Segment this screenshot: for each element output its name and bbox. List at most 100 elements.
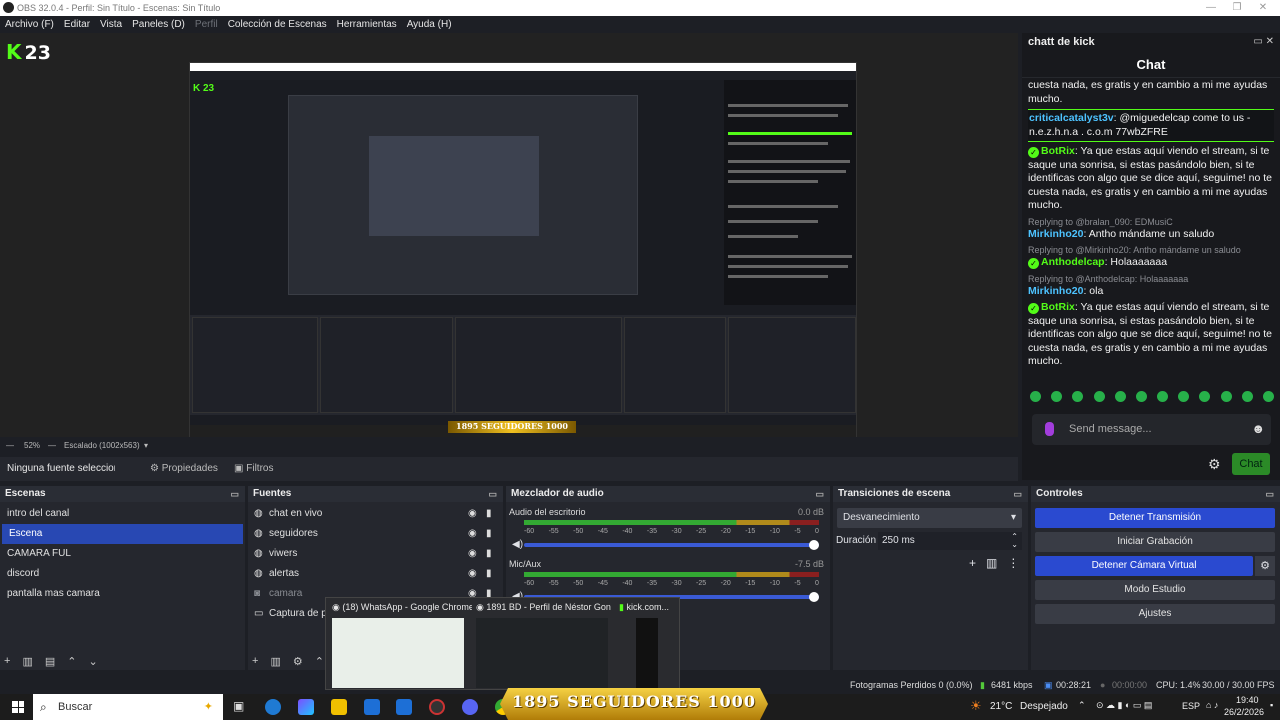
close-icon[interactable]: ✕: [1250, 0, 1276, 16]
task-view-icon[interactable]: ▣: [233, 699, 249, 715]
edge-icon[interactable]: [265, 699, 281, 715]
emote-icon[interactable]: [1220, 391, 1232, 402]
language[interactable]: ESP: [1182, 701, 1200, 711]
copilot-icon[interactable]: [298, 699, 314, 715]
menu-item-0[interactable]: Archivo (F): [5, 16, 54, 33]
menu-item-4[interactable]: Perfil: [195, 16, 218, 33]
more-icon[interactable]: ⋮: [1007, 556, 1019, 570]
emote-icon[interactable]: [1178, 391, 1190, 402]
scene-item[interactable]: CAMARA FUL: [0, 544, 245, 564]
volume-slider-knob[interactable]: [809, 540, 819, 550]
add-icon[interactable]: +: [4, 655, 10, 668]
visibility-eye-icon[interactable]: ◉: [468, 544, 477, 564]
menu-item-3[interactable]: Paneles (D): [132, 16, 185, 33]
profile-thumbnail[interactable]: [476, 618, 608, 688]
mic-icon[interactable]: [1045, 422, 1054, 436]
obs-taskbar-icon[interactable]: [429, 699, 445, 715]
stop-stream-button[interactable]: Detener Transmisión: [1035, 508, 1275, 528]
maximize-icon[interactable]: ❐: [1224, 0, 1250, 16]
zoom-out-icon[interactable]: —: [6, 437, 14, 454]
down-icon[interactable]: ⌄: [88, 655, 97, 668]
menu-item-6[interactable]: Herramientas: [337, 16, 397, 33]
discord-icon[interactable]: [462, 699, 478, 715]
scale-label[interactable]: Escalado (1002x563): [64, 437, 140, 454]
duration-input[interactable]: 250 ms ⌃ ⌄: [878, 532, 1022, 550]
network-volume-icon[interactable]: ⌂ ♪: [1206, 700, 1218, 710]
visibility-eye-icon[interactable]: ◉: [468, 524, 477, 544]
dock-controls[interactable]: ▭ ✕: [1253, 36, 1274, 47]
scene-item[interactable]: pantalla mas camara: [0, 584, 245, 604]
menu-item-1[interactable]: Editar: [64, 16, 90, 33]
tray-chevron-icon[interactable]: ⌃: [1078, 700, 1086, 711]
popup-title-profile[interactable]: ◉ 1891 BD - Perfil de Néstor Gonç...: [476, 602, 611, 613]
lock-icon[interactable]: ▮: [486, 564, 492, 584]
gear-icon[interactable]: ⚙: [1208, 456, 1221, 473]
chat-username[interactable]: BotRix: [1041, 145, 1075, 157]
up-icon[interactable]: ⌃: [315, 655, 324, 668]
emote-icon[interactable]: [1199, 391, 1211, 402]
menu-item-7[interactable]: Ayuda (H): [407, 16, 452, 33]
emoji-icon[interactable]: ☻: [1251, 421, 1265, 436]
gear-icon[interactable]: ⚙: [293, 655, 303, 668]
filters-button[interactable]: ▣ Filtros: [230, 461, 277, 477]
chat-username[interactable]: Anthodelcap: [1041, 256, 1105, 268]
properties-button[interactable]: ⚙ Propiedades: [146, 461, 222, 477]
scene-item[interactable]: discord: [0, 564, 245, 584]
emote-icon[interactable]: [1051, 391, 1063, 402]
store-icon[interactable]: [364, 699, 380, 715]
speaker-icon[interactable]: ◀): [512, 539, 523, 550]
trash-icon[interactable]: ▥: [986, 556, 997, 570]
popup-title-whatsapp[interactable]: ◉ (18) WhatsApp - Google Chrome: [332, 602, 472, 613]
start-recording-button[interactable]: Iniciar Grabación: [1035, 532, 1275, 552]
send-message-input[interactable]: Send message... ☻: [1032, 414, 1271, 445]
volume-slider-knob[interactable]: [809, 592, 819, 602]
scene-item[interactable]: intro del canal: [0, 504, 245, 524]
source-item[interactable]: ◍ chat en vivo ◉ ▮: [248, 504, 503, 524]
taskbar-search[interactable]: ⌕ Buscar ✦: [33, 694, 223, 720]
chat-send-button[interactable]: Chat: [1232, 453, 1270, 475]
add-icon[interactable]: +: [252, 655, 258, 668]
gear-icon[interactable]: ⚙: [1255, 556, 1275, 576]
emote-icon[interactable]: [1072, 391, 1084, 402]
windows-start-icon[interactable]: [12, 701, 24, 713]
mail-icon[interactable]: [396, 699, 412, 715]
whatsapp-thumbnail[interactable]: [332, 618, 464, 688]
emote-icon[interactable]: [1114, 391, 1126, 402]
menu-item-2[interactable]: Vista: [100, 16, 122, 33]
file-explorer-icon[interactable]: [331, 699, 347, 715]
studio-mode-button[interactable]: Modo Estudio: [1035, 580, 1275, 600]
popup-title-kick[interactable]: ▮ kick.com...: [619, 602, 679, 613]
clock-date[interactable]: 26/2/2026: [1224, 707, 1264, 717]
chevron-down-icon[interactable]: ▾: [144, 437, 148, 454]
notification-icon[interactable]: ▪: [1270, 700, 1273, 710]
source-item[interactable]: ◍ seguidores ◉ ▮: [248, 524, 503, 544]
emote-icon[interactable]: [1135, 391, 1147, 402]
filter-icon[interactable]: ▤: [45, 655, 55, 668]
menu-item-5[interactable]: Colección de Escenas: [228, 16, 327, 33]
emote-icon[interactable]: [1093, 391, 1105, 402]
settings-button[interactable]: Ajustes: [1035, 604, 1275, 624]
chat-username[interactable]: Mirkinho20: [1028, 228, 1083, 240]
source-item[interactable]: ◍ alertas ◉ ▮: [248, 564, 503, 584]
lock-icon[interactable]: ▮: [486, 504, 492, 524]
lock-icon[interactable]: ▮: [486, 544, 492, 564]
stop-virtual-camera-button[interactable]: Detener Cámara Virtual: [1035, 556, 1253, 576]
trash-icon[interactable]: ▥: [22, 655, 32, 668]
clock-time[interactable]: 19:40: [1236, 695, 1259, 705]
visibility-eye-icon[interactable]: ◉: [468, 504, 477, 524]
transition-select[interactable]: Desvanecimiento ▾: [837, 508, 1022, 528]
kick-thumbnail[interactable]: [636, 618, 658, 688]
up-icon[interactable]: ⌃: [67, 655, 76, 668]
tray-apps-icon[interactable]: ⊙ ☁ ▮ ◐ ▭ ▤: [1096, 700, 1152, 711]
chat-username[interactable]: BotRix: [1041, 301, 1075, 313]
minimize-icon[interactable]: —: [1198, 0, 1224, 16]
add-icon[interactable]: +: [969, 556, 976, 570]
scene-item[interactable]: Escena: [2, 524, 243, 544]
chat-username[interactable]: Mirkinho20: [1028, 285, 1083, 297]
emote-icon[interactable]: [1157, 391, 1169, 402]
lock-icon[interactable]: ▮: [486, 524, 492, 544]
visibility-eye-icon[interactable]: ◉: [468, 564, 477, 584]
chat-username[interactable]: criticalcatalyst3v: [1029, 112, 1114, 124]
trash-icon[interactable]: ▥: [270, 655, 280, 668]
emote-icon[interactable]: [1241, 391, 1253, 402]
